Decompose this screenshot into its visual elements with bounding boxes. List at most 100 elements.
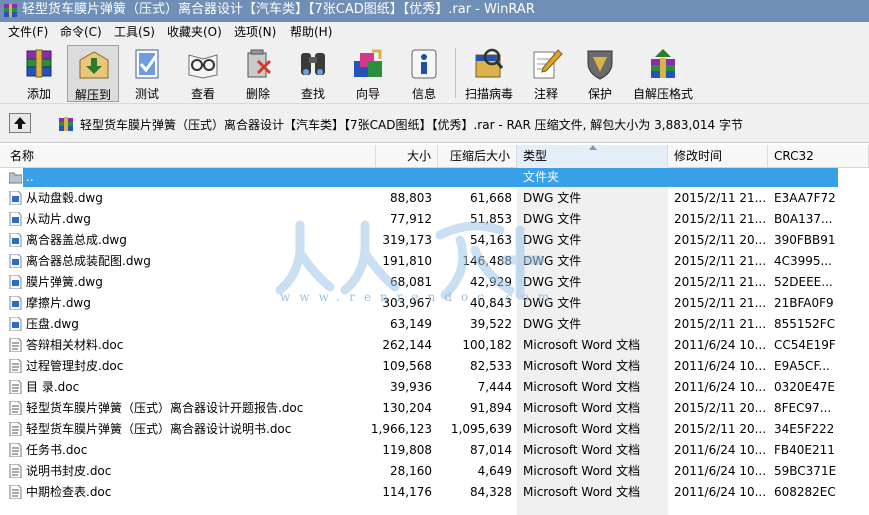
file-row[interactable]: 轻型货车膜片弹簧（压式）离合器设计开题报告.doc 130,204 91,894 Mi… <box>0 398 869 419</box>
file-modified: 2011/6/24 10... <box>674 485 767 499</box>
file-modified: 2011/6/24 10... <box>674 338 767 352</box>
menu-options[interactable]: 选项(N) <box>231 24 279 40</box>
file-packed-size: 146,488 <box>462 254 512 268</box>
file-row[interactable]: 压盘.dwg 63,149 39,522 DWG 文件 2015/2/11 21... 8… <box>0 314 869 335</box>
file-crc: 59BC371E <box>774 464 837 478</box>
file-modified: 2015/2/11 20... <box>674 401 767 415</box>
file-size: 28,160 <box>390 464 432 478</box>
file-row[interactable]: 从动片.dwg 77,912 51,853 DWG 文件 2015/2/11 21...… <box>0 209 869 230</box>
file-row[interactable]: 目 录.doc 39,936 7,444 Microsoft Word 文档 2011/… <box>0 377 869 398</box>
file-type: Microsoft Word 文档 <box>523 443 641 457</box>
file-name: .. <box>26 170 34 184</box>
sfx-button[interactable]: 自解压格式 <box>630 45 696 102</box>
file-type: Microsoft Word 文档 <box>523 401 641 415</box>
title-bar[interactable]: 轻型货车膜片弹簧（压式）离合器设计【汽车类】【7张CAD图纸】【优秀】.rar … <box>0 0 869 22</box>
menu-favorites[interactable]: 收藏夹(O) <box>164 24 225 40</box>
file-row[interactable]: 轻型货车膜片弹簧（压式）离合器设计说明书.doc 1,966,123 1,095,6… <box>0 419 869 440</box>
find-button[interactable]: 查找 <box>287 45 339 102</box>
dwg-file-icon <box>9 274 22 290</box>
file-name: 离合器总成装配图.dwg <box>26 254 151 268</box>
info-button-label: 信息 <box>411 87 436 101</box>
file-packed-size: 7,444 <box>477 380 512 394</box>
file-packed-size: 61,668 <box>470 191 512 205</box>
file-modified: 2011/6/24 10... <box>674 380 767 394</box>
selection-highlight <box>23 168 838 187</box>
file-row[interactable]: 离合器总成装配图.dwg 191,810 146,488 DWG 文件 2015/2/1… <box>0 251 869 272</box>
protect-button[interactable]: 保护 <box>574 45 626 102</box>
column-header-modified[interactable]: 修改时间 <box>668 145 768 167</box>
sfx-button-label: 自解压格式 <box>632 87 693 101</box>
column-header-packed[interactable]: 压缩后大小 <box>438 145 517 167</box>
file-modified: 2015/2/11 21... <box>674 296 767 310</box>
find-button-label: 查找 <box>300 87 325 101</box>
file-modified: 2015/2/11 21... <box>674 254 767 268</box>
info-button[interactable]: 信息 <box>398 45 450 102</box>
test-button[interactable]: 测试 <box>121 45 173 102</box>
view-button[interactable]: 查看 <box>177 45 229 102</box>
file-packed-size: 100,182 <box>462 338 512 352</box>
file-name: 任务书.doc <box>26 443 88 457</box>
file-row[interactable]: 任务书.doc 119,808 87,014 Microsoft Word 文档 201… <box>0 440 869 461</box>
file-row[interactable]: 从动盘毂.dwg 88,803 61,668 DWG 文件 2015/2/11 21..… <box>0 188 869 209</box>
delete-button[interactable]: 删除 <box>232 45 284 102</box>
view-button-label: 查看 <box>190 87 215 101</box>
file-packed-size: 39,522 <box>470 317 512 331</box>
test-button-label: 测试 <box>134 87 159 101</box>
file-crc: 4C3995... <box>774 254 832 268</box>
file-name: 答辩相关材料.doc <box>26 338 124 352</box>
file-type: Microsoft Word 文档 <box>523 422 641 436</box>
file-crc: 21BFA0F9 <box>774 296 834 310</box>
file-size: 119,808 <box>382 443 432 457</box>
file-packed-size: 91,894 <box>470 401 512 415</box>
file-packed-size: 1,095,639 <box>450 422 512 436</box>
comment-button[interactable]: 注释 <box>520 45 572 102</box>
file-modified: 2015/2/11 21... <box>674 317 767 331</box>
column-header-name[interactable]: 名称 <box>0 145 438 167</box>
file-modified: 2015/2/11 21... <box>674 191 767 205</box>
view-icon <box>188 54 218 79</box>
file-list[interactable]: .. 文件夹 从动盘毂.dwg 88,803 61,668 DWG 文件 2015/2/11… <box>0 167 869 515</box>
parent-folder-icon <box>8 170 23 184</box>
file-size: 88,803 <box>390 191 432 205</box>
file-name: 从动盘毂.dwg <box>26 191 103 205</box>
column-header-crc[interactable]: CRC32 <box>768 145 869 167</box>
delete-button-label: 删除 <box>245 87 270 101</box>
menu-file[interactable]: 文件(F) <box>5 24 51 40</box>
menu-help[interactable]: 帮助(H) <box>287 24 335 40</box>
menu-commands[interactable]: 命令(C) <box>57 24 105 40</box>
sort-ascending-icon <box>589 145 597 150</box>
dwg-file-icon <box>9 232 22 248</box>
file-modified: 2015/2/11 21... <box>674 212 767 226</box>
file-packed-size: 84,328 <box>470 485 512 499</box>
file-crc: E3AA7F72 <box>774 191 836 205</box>
wizard-button[interactable]: 向导 <box>342 45 394 102</box>
file-crc: 0320E47E <box>774 380 835 394</box>
file-modified: 2015/2/11 21... <box>674 275 767 289</box>
file-name: 摩擦片.dwg <box>26 296 91 310</box>
file-row[interactable]: 过程管理封皮.doc 109,568 82,533 Microsoft Word 文档… <box>0 356 869 377</box>
winrar-app-icon <box>4 4 17 17</box>
parent-folder-row[interactable]: .. 文件夹 <box>0 167 869 188</box>
add-button[interactable]: 添加 <box>13 45 65 102</box>
file-type: Microsoft Word 文档 <box>523 485 641 499</box>
protect-icon <box>587 50 613 80</box>
extract-to-button-label: 解压到 <box>74 88 111 102</box>
file-modified: 2011/6/24 10... <box>674 443 767 457</box>
file-row[interactable]: 中期检查表.doc 114,176 84,328 Microsoft Word 文档 2… <box>0 482 869 503</box>
file-row[interactable]: 说明书封皮.doc 28,160 4,649 Microsoft Word 文档 201… <box>0 461 869 482</box>
up-one-level-button[interactable] <box>9 113 31 133</box>
column-header-size[interactable]: 大小 <box>375 145 438 167</box>
sfx-icon <box>651 49 675 78</box>
wizard-button-label: 向导 <box>355 87 380 101</box>
file-row[interactable]: 离合器盖总成.dwg 319,173 54,163 DWG 文件 2015/2/11 2… <box>0 230 869 251</box>
file-crc: 8FEC97... <box>774 401 832 415</box>
file-row[interactable]: 答辩相关材料.doc 262,144 100,182 Microsoft Word 文… <box>0 335 869 356</box>
toolbar: 添加 解压到 测试 查看 删除 查找 向导 信息 扫描病毒 注释 保护 自解压格… <box>0 42 869 104</box>
file-name: 目 录.doc <box>26 380 80 394</box>
column-header-type[interactable]: 类型 <box>517 145 668 167</box>
scan-virus-button[interactable]: 扫描病毒 <box>462 45 516 102</box>
file-packed-size: 82,533 <box>470 359 512 373</box>
menu-tools[interactable]: 工具(S) <box>111 24 158 40</box>
extract-to-button[interactable]: 解压到 <box>67 45 119 102</box>
scan-virus-icon <box>475 48 504 78</box>
